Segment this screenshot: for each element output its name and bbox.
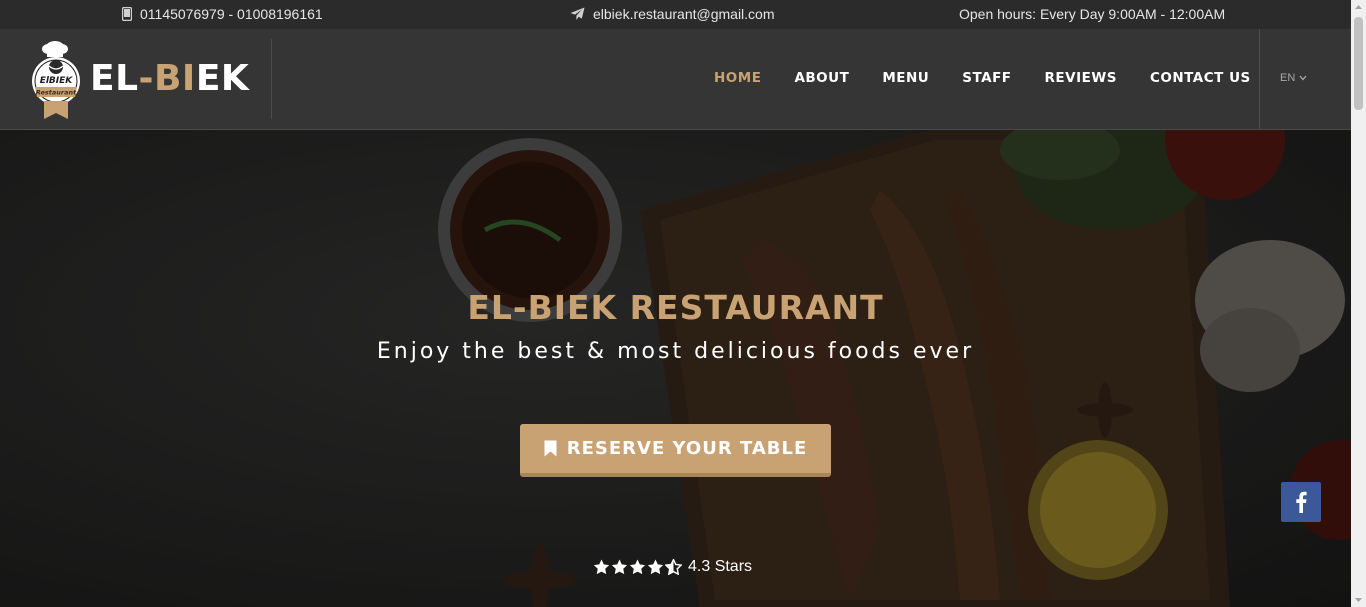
svg-text:ElBIEK: ElBIEK bbox=[40, 76, 74, 86]
phone-numbers[interactable]: 01145076979 - 01008196161 bbox=[140, 6, 323, 22]
svg-text:Restaurant: Restaurant bbox=[36, 89, 77, 97]
scrollbar-thumb[interactable] bbox=[1354, 17, 1363, 110]
page-scrollbar[interactable] bbox=[1351, 0, 1366, 607]
mobile-phone-icon bbox=[122, 7, 132, 21]
star-full-icon bbox=[593, 559, 610, 575]
food-background-image bbox=[0, 130, 1351, 607]
top-info-bar: 01145076979 - 01008196161 elbiek.restaur… bbox=[0, 0, 1351, 29]
nav-home[interactable]: HOME bbox=[714, 70, 761, 86]
star-full-icon bbox=[629, 559, 646, 575]
header-divider bbox=[271, 39, 272, 119]
logo-wordmark-end: EK bbox=[195, 58, 250, 99]
email-info: elbiek.restaurant@gmail.com bbox=[570, 6, 775, 22]
site-logo[interactable]: ElBIEK Restaurant EL-BIEK bbox=[30, 39, 249, 121]
nav-reviews[interactable]: REVIEWS bbox=[1045, 70, 1117, 86]
paper-plane-icon bbox=[570, 7, 585, 21]
reserve-table-button[interactable]: RESERVE YOUR TABLE bbox=[520, 424, 831, 477]
bookmark-icon bbox=[544, 440, 557, 457]
nav-menu[interactable]: MENU bbox=[882, 70, 929, 86]
rating-stars bbox=[593, 559, 682, 575]
chevron-down-icon bbox=[1299, 75, 1307, 81]
rating-text: 4.3 Stars bbox=[688, 558, 753, 575]
scroll-down-arrow[interactable] bbox=[1351, 593, 1366, 607]
logo-wordmark-main: EL-BI bbox=[90, 58, 196, 99]
main-navigation: HOME ABOUT MENU STAFF REVIEWS CONTACT US bbox=[714, 70, 1251, 86]
email-address[interactable]: elbiek.restaurant@gmail.com bbox=[593, 6, 775, 22]
star-full-icon bbox=[611, 559, 628, 575]
site-header: ElBIEK Restaurant EL-BIEK HOME ABOUT MEN… bbox=[0, 29, 1351, 130]
rating: 4.3 Stars bbox=[593, 558, 752, 576]
scroll-up-arrow[interactable] bbox=[1351, 0, 1366, 14]
hero-subtitle: Enjoy the best & most delicious foods ev… bbox=[376, 339, 975, 364]
logo-wordmark: EL-BIEK bbox=[90, 58, 249, 99]
hero-title: EL-BIEK RESTAURANT bbox=[467, 288, 884, 327]
open-hours: Open hours: Every Day 9:00AM - 12:00AM bbox=[959, 6, 1225, 22]
hero-section: EL-BIEK RESTAURANT Enjoy the best & most… bbox=[0, 130, 1351, 607]
star-half-icon bbox=[665, 559, 682, 575]
star-full-icon bbox=[647, 559, 664, 575]
phone-info: 01145076979 - 01008196161 bbox=[122, 6, 323, 22]
chef-badge-icon: ElBIEK Restaurant bbox=[32, 41, 80, 119]
language-selector[interactable]: EN bbox=[1280, 72, 1307, 84]
language-divider bbox=[1259, 29, 1260, 129]
nav-staff[interactable]: STAFF bbox=[962, 70, 1011, 86]
nav-about[interactable]: ABOUT bbox=[794, 70, 849, 86]
reserve-table-label: RESERVE YOUR TABLE bbox=[566, 438, 808, 459]
facebook-button[interactable] bbox=[1281, 482, 1321, 522]
open-hours-text: Open hours: Every Day 9:00AM - 12:00AM bbox=[959, 6, 1226, 22]
facebook-icon bbox=[1296, 491, 1307, 513]
nav-contact-us[interactable]: CONTACT US bbox=[1150, 70, 1251, 86]
language-label: EN bbox=[1280, 72, 1296, 84]
